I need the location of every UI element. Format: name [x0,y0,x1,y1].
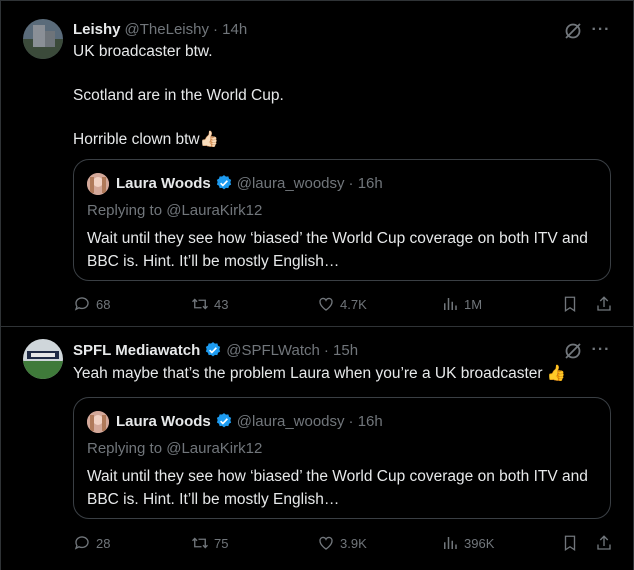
share-icon[interactable] [595,534,613,552]
author-handle[interactable]: @TheLeishy [125,21,209,38]
reply-icon [74,536,89,550]
retweet-icon [192,537,208,549]
retweet-icon [192,298,208,310]
like-icon [319,297,333,311]
views-icon [444,298,457,310]
quote-avatar[interactable] [87,411,109,433]
retweet-button[interactable]: 43 [191,295,228,313]
reply-count: 28 [96,535,111,551]
quote-author-handle: @laura_woodsy [236,174,345,192]
quote-timestamp: · 16h [348,412,383,430]
quote-text: Wait until they see how ‘biased’ the Wor… [87,468,588,508]
bookmark-icon[interactable] [561,534,579,552]
quote-author-handle: @laura_woodsy [236,412,345,430]
views-count: 396K [464,535,495,551]
verified-icon [216,175,231,190]
views-count: 1M [464,296,483,312]
views-icon [444,537,457,549]
tweet-leishy[interactable]: Leishy @TheLeishy · 14h ··· UK broadcast… [0,0,634,327]
quote-tweet[interactable]: Laura Woods @laura_woodsy · 16h Replying… [73,159,611,281]
reply-count: 68 [96,296,111,312]
timestamp[interactable]: · 15h [324,342,358,359]
reply-icon [74,297,89,311]
grok-icon[interactable] [563,21,583,41]
like-button[interactable]: 4.7K [317,295,367,313]
quote-author-name: Laura Woods [116,174,211,192]
grok-icon[interactable] [563,341,583,361]
tweet-text: UK broadcaster btw. Scotland are in the … [73,43,284,148]
quote-tweet[interactable]: Laura Woods @laura_woodsy · 16h Replying… [73,397,611,519]
action-bar: 68 43 4.7K 1M [73,295,617,317]
views-button[interactable]: 1M [441,295,482,313]
like-button[interactable]: 3.9K [317,534,367,552]
like-count: 3.9K [340,535,367,551]
verified-icon [216,413,231,428]
quote-timestamp: · 16h [348,174,383,192]
quote-avatar[interactable] [87,173,109,195]
bookmark-icon[interactable] [561,295,579,313]
quote-text: Wait until they see how ‘biased’ the Wor… [87,230,588,270]
more-icon[interactable]: ··· [591,20,611,40]
author-name[interactable]: Leishy [73,21,121,38]
retweet-count: 75 [214,535,229,551]
quote-author-name: Laura Woods [116,412,211,430]
action-bar: 28 75 3.9K 396K [73,534,617,556]
replying-to[interactable]: Replying to @LauraKirk12 [87,440,262,457]
reply-button[interactable]: 68 [73,295,110,313]
share-icon[interactable] [595,295,613,313]
reply-button[interactable]: 28 [73,534,110,552]
avatar[interactable] [23,19,63,59]
like-count: 4.7K [340,296,367,312]
tweet-spfl-mediawatch[interactable]: SPFL Mediawatch @SPFLWatch · 15h ··· Yea… [0,327,634,570]
views-button[interactable]: 396K [441,534,494,552]
timestamp[interactable]: · 14h [213,21,247,38]
tweet-text: Yeah maybe that’s the problem Laura when… [73,365,567,382]
replying-to[interactable]: Replying to @LauraKirk12 [87,202,262,219]
more-icon[interactable]: ··· [591,340,611,360]
retweet-count: 43 [214,296,229,312]
retweet-button[interactable]: 75 [191,534,228,552]
author-name[interactable]: SPFL Mediawatch [73,342,200,359]
author-handle[interactable]: @SPFLWatch [226,342,320,359]
verified-icon [206,342,221,357]
like-icon [319,536,333,550]
avatar[interactable] [23,339,63,379]
